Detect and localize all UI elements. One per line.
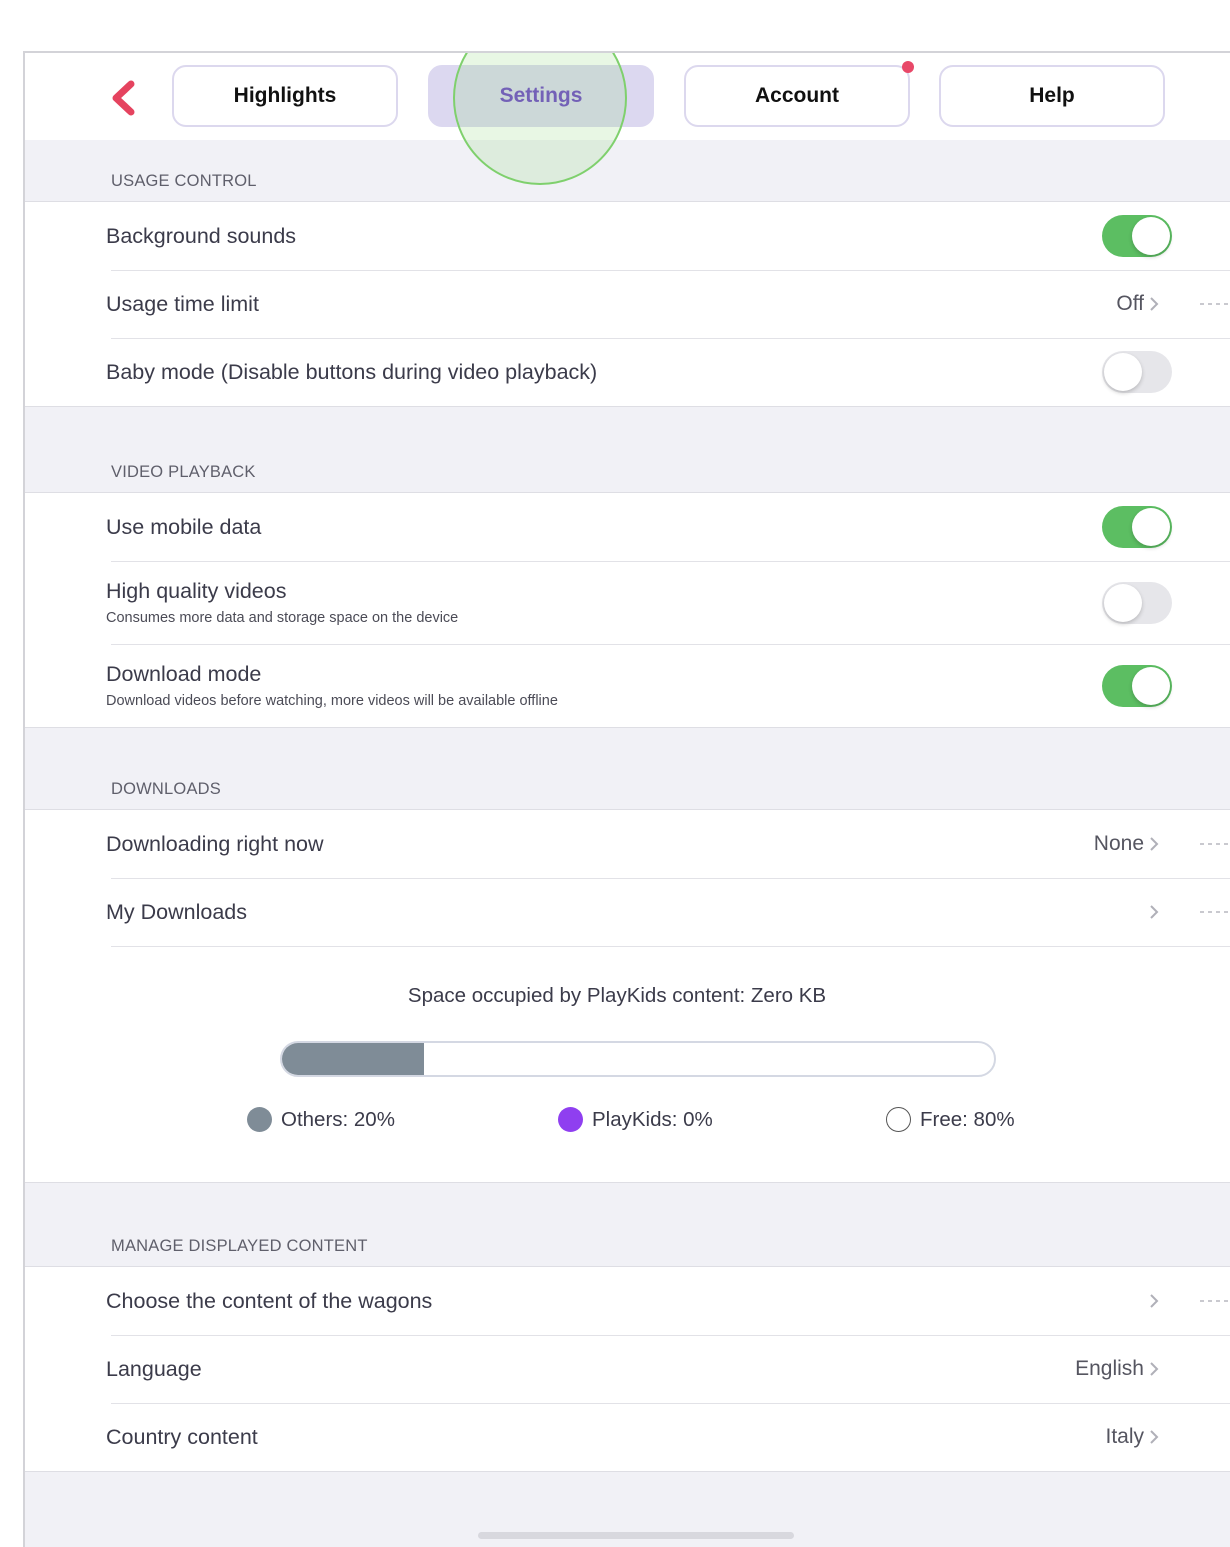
edge-dashes [1200, 303, 1230, 305]
row-label: My Downloads [106, 899, 247, 924]
mobile-data-row: Use mobile data [25, 493, 1230, 561]
row-value: Off [1116, 292, 1144, 315]
chevron-right-icon [1150, 1362, 1159, 1376]
row-label: Language [106, 1356, 202, 1381]
storage-usage: Space occupied by PlayKids content: Zero… [25, 946, 1230, 1182]
download-mode-toggle[interactable] [1102, 664, 1172, 707]
row-label: Downloading right now [106, 831, 324, 856]
toggle-knob [1132, 508, 1170, 546]
storage-text: Space occupied by PlayKids content: Zero… [407, 984, 827, 1007]
tab-label: Settings [499, 84, 583, 107]
tab-settings[interactable]: Settings [428, 65, 654, 127]
background-sounds-toggle[interactable] [1102, 215, 1172, 257]
chevron-right-icon [1150, 297, 1159, 311]
row-label: Background sounds [106, 223, 297, 248]
row-value: None [1093, 832, 1144, 855]
baby-mode-toggle[interactable] [1102, 351, 1172, 393]
row-label: High quality videos [106, 579, 287, 603]
settings-panel: Highlights Settings Account Help USAGE C… [23, 51, 1230, 1547]
usage-time-limit-row[interactable]: Usage time limit Off [25, 270, 1230, 338]
playkids-swatch [558, 1107, 583, 1132]
tab-label: Highlights [233, 84, 337, 107]
tab-highlights[interactable]: Highlights [172, 65, 398, 127]
row-subtitle: Consumes more data and storage space on … [106, 610, 459, 626]
row-label: Usage time limit [106, 291, 259, 316]
toggle-knob [1132, 217, 1170, 255]
row-label: Download mode [106, 662, 262, 686]
video-playback-group: Use mobile data High quality videos Cons… [25, 492, 1230, 728]
toggle-knob [1132, 666, 1170, 705]
language-row[interactable]: Language English [25, 1335, 1230, 1403]
row-label: Choose the content of the wagons [106, 1288, 433, 1313]
country-content-row[interactable]: Country content Italy [25, 1403, 1230, 1471]
downloads-group: Downloading right now None My Downloads … [25, 809, 1230, 1183]
tab-label: Account [755, 84, 839, 107]
edge-dashes [1200, 1300, 1230, 1302]
section-header-video-playback: VIDEO PLAYBACK [111, 463, 256, 481]
legend-label: Others: 20% [281, 1107, 395, 1131]
others-swatch [247, 1107, 272, 1132]
edge-dashes [1200, 843, 1230, 845]
legend-others: Others: 20% [247, 1107, 395, 1132]
tab-label: Help [1029, 84, 1075, 107]
free-swatch [886, 1107, 911, 1132]
edge-dashes [1200, 911, 1230, 913]
home-indicator[interactable] [478, 1532, 794, 1539]
notification-dot [902, 61, 914, 73]
section-header-manage-content: MANAGE DISPLAYED CONTENT [111, 1237, 368, 1255]
tab-help[interactable]: Help [939, 65, 1165, 127]
legend-free: Free: 80% [886, 1107, 1015, 1132]
legend-playkids: PlayKids: 0% [558, 1107, 713, 1132]
storage-bar-others-fill [282, 1043, 425, 1075]
row-label: Country content [106, 1424, 258, 1449]
legend-label: PlayKids: 0% [592, 1107, 713, 1131]
back-arrow-icon[interactable] [109, 80, 137, 116]
row-value: Italy [1105, 1425, 1144, 1448]
tab-account[interactable]: Account [684, 61, 914, 127]
download-mode-row: Download mode Download videos before wat… [25, 644, 1230, 727]
manage-content-group: Choose the content of the wagons Languag… [25, 1266, 1230, 1472]
storage-bar [280, 1041, 996, 1077]
toggle-knob [1104, 353, 1142, 391]
chevron-right-icon [1150, 837, 1159, 851]
row-value: English [1075, 1357, 1144, 1380]
toggle-knob [1104, 583, 1142, 622]
row-label: Baby mode (Disable buttons during video … [106, 359, 598, 384]
section-header-downloads: DOWNLOADS [111, 780, 221, 798]
row-label: Use mobile data [106, 514, 262, 539]
usage-control-group: Background sounds Usage time limit Off B… [25, 201, 1230, 407]
section-header-usage-control: USAGE CONTROL [111, 172, 257, 190]
my-downloads-row[interactable]: My Downloads [25, 878, 1230, 946]
mobile-data-toggle[interactable] [1102, 506, 1172, 548]
chevron-right-icon [1150, 1294, 1159, 1308]
high-quality-videos-toggle[interactable] [1102, 581, 1172, 624]
wagons-content-row[interactable]: Choose the content of the wagons [25, 1267, 1230, 1335]
baby-mode-row: Baby mode (Disable buttons during video … [25, 338, 1230, 406]
top-navigation-bar: Highlights Settings Account Help [25, 53, 1230, 140]
chevron-right-icon [1150, 905, 1159, 919]
legend-label: Free: 80% [920, 1107, 1015, 1131]
downloading-now-row[interactable]: Downloading right now None [25, 810, 1230, 878]
row-subtitle: Download videos before watching, more vi… [106, 693, 558, 709]
high-quality-videos-row: High quality videos Consumes more data a… [25, 561, 1230, 644]
chevron-right-icon [1150, 1430, 1159, 1444]
background-sounds-row: Background sounds [25, 202, 1230, 270]
